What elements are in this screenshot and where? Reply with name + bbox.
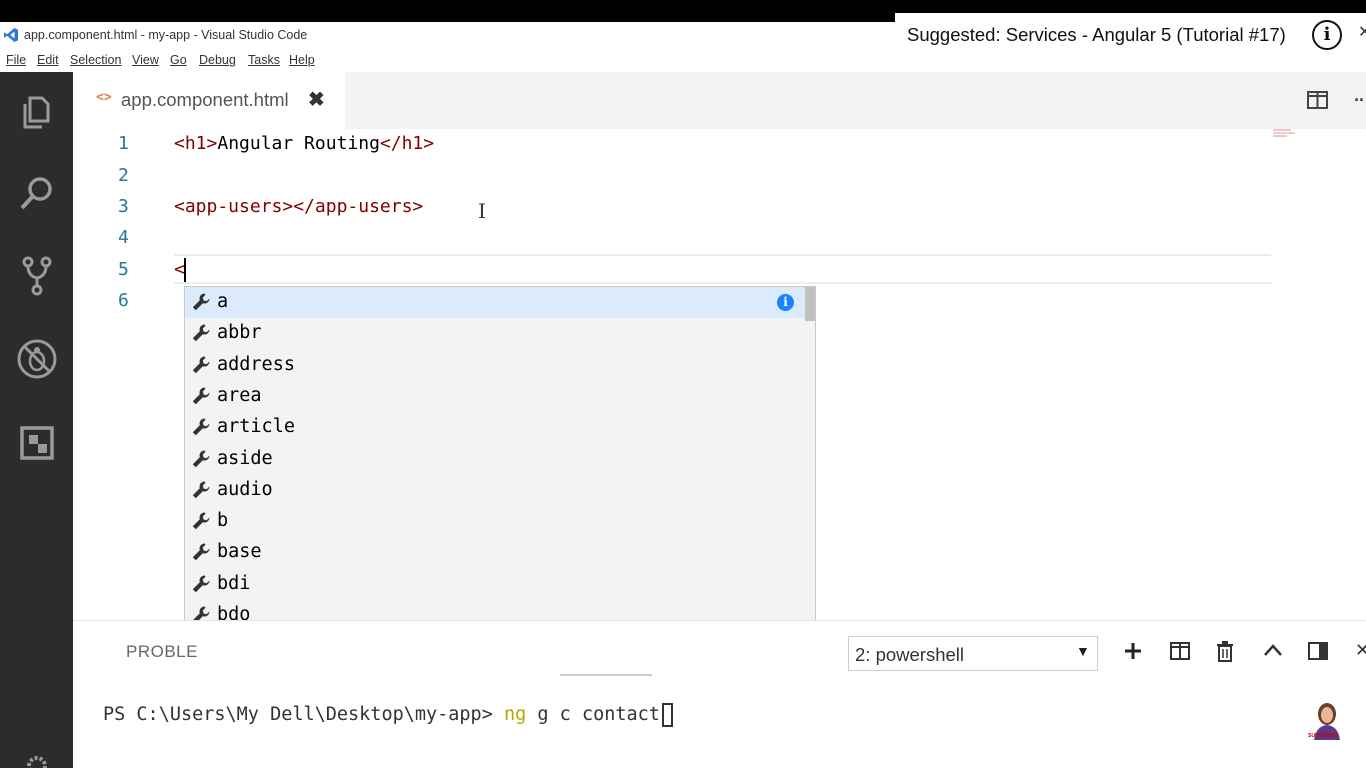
wrench-icon bbox=[192, 387, 210, 405]
wrench-icon bbox=[192, 324, 210, 342]
vscode-logo-icon bbox=[4, 28, 18, 42]
code-line[interactable]: <app-users></app-users> bbox=[174, 196, 423, 217]
split-editor-icon[interactable] bbox=[1307, 91, 1328, 109]
suggestion-item[interactable]: article bbox=[185, 412, 805, 443]
suggestion-label: address bbox=[217, 353, 295, 375]
line-number: 3 bbox=[118, 196, 129, 217]
suggestion-label: b bbox=[217, 510, 229, 532]
activity-bar bbox=[0, 72, 73, 768]
suggestion-item[interactable]: ai bbox=[185, 287, 805, 318]
close-panel-icon[interactable]: ✕ bbox=[1355, 640, 1366, 661]
code-line[interactable]: <h1>Angular Routing</h1> bbox=[174, 133, 434, 154]
source-control-icon[interactable] bbox=[16, 254, 58, 296]
menu-tasks[interactable]: Tasks bbox=[248, 53, 280, 67]
wrench-icon bbox=[192, 450, 210, 467]
new-terminal-icon[interactable] bbox=[1122, 640, 1144, 662]
suggestion-item[interactable]: address bbox=[185, 350, 805, 381]
wrench-icon bbox=[192, 418, 210, 436]
wrench-icon bbox=[192, 543, 210, 561]
wrench-icon bbox=[192, 481, 210, 498]
suggestion-item[interactable]: base bbox=[185, 537, 805, 568]
suggestion-item[interactable]: aside bbox=[185, 444, 805, 475]
toggle-panel-icon[interactable] bbox=[1307, 640, 1329, 662]
more-actions-icon[interactable]: ·· bbox=[1354, 90, 1365, 111]
suggestion-label: a bbox=[217, 291, 229, 312]
menu-help[interactable]: Help bbox=[289, 53, 315, 67]
terminal-select-value[interactable]: 2: powershell bbox=[855, 644, 964, 666]
menu-debug[interactable]: Debug bbox=[199, 53, 236, 67]
suggestion-item[interactable]: area bbox=[185, 381, 805, 412]
tab-label[interactable]: app.component.html bbox=[121, 89, 289, 111]
debug-icon[interactable] bbox=[16, 338, 58, 380]
trash-icon[interactable] bbox=[1214, 640, 1236, 662]
html-tag-close: </h1> bbox=[379, 133, 435, 154]
html-tag-open: <app-users> bbox=[174, 196, 294, 217]
code-text: Angular Routing bbox=[217, 133, 380, 154]
line-number: 5 bbox=[118, 259, 129, 280]
suggestion-label: base bbox=[217, 541, 262, 563]
suggestion-label: article bbox=[217, 416, 295, 438]
suggestion-item[interactable]: b bbox=[185, 506, 805, 537]
gear-icon[interactable] bbox=[24, 752, 50, 768]
html-file-icon: <> bbox=[96, 90, 112, 105]
mouse-ibeam-cursor: I bbox=[478, 199, 486, 223]
wrench-icon bbox=[192, 356, 210, 373]
suggestion-label: area bbox=[217, 384, 262, 406]
suggestion-item[interactable]: bdi bbox=[185, 569, 805, 600]
info-icon[interactable]: i bbox=[777, 294, 794, 311]
wrench-icon bbox=[192, 512, 210, 530]
chevron-up-icon[interactable] bbox=[1262, 640, 1284, 662]
extensions-icon[interactable] bbox=[16, 422, 58, 464]
terminal-prompt: PS C:\Users\My Dell\Desktop\my-app> bbox=[103, 704, 504, 725]
menu-edit[interactable]: Edit bbox=[37, 53, 59, 67]
terminal-cursor bbox=[662, 703, 673, 727]
wrench-icon bbox=[192, 575, 210, 592]
search-icon[interactable] bbox=[16, 172, 58, 214]
terminal-command-args: g c contact bbox=[526, 704, 660, 725]
window-title: app.component.html - my-app - Visual Stu… bbox=[24, 28, 308, 42]
subscribe-label[interactable]: SUBSCRIBE bbox=[1308, 733, 1337, 739]
panel-tab-underline bbox=[560, 674, 652, 676]
suggestion-item[interactable]: abbr bbox=[185, 318, 805, 349]
suggested-video-title[interactable]: Suggested: Services - Angular 5 (Tutoria… bbox=[907, 24, 1286, 46]
tab-problems[interactable]: PROBLE bbox=[126, 642, 198, 662]
suggestion-item[interactable]: audio bbox=[185, 475, 805, 506]
suggestion-label: bdi bbox=[217, 572, 251, 594]
text-caret bbox=[184, 258, 186, 282]
menu-view[interactable]: View bbox=[132, 53, 159, 67]
minimap[interactable] bbox=[1271, 129, 1299, 137]
line-number: 1 bbox=[118, 133, 129, 154]
line-number: 2 bbox=[118, 165, 129, 186]
line-number: 6 bbox=[118, 290, 129, 311]
html-tag-open: <h1> bbox=[174, 133, 218, 154]
menu-file[interactable]: File bbox=[6, 53, 26, 67]
terminal-line[interactable]: PS C:\Users\My Dell\Desktop\my-app> ng g… bbox=[103, 704, 660, 725]
menu-go[interactable]: Go bbox=[170, 53, 187, 67]
chevron-down-icon[interactable]: ▼ bbox=[1076, 643, 1090, 659]
suggestion-label: abbr bbox=[217, 322, 262, 344]
tab-close-icon[interactable]: ✖ bbox=[308, 87, 325, 112]
suggestion-label: audio bbox=[217, 478, 273, 500]
wrench-icon bbox=[192, 293, 210, 311]
info-icon[interactable]: i bbox=[1312, 20, 1342, 50]
current-line-highlight bbox=[174, 254, 1271, 284]
line-number: 4 bbox=[118, 227, 129, 248]
menu-selection[interactable]: Selection bbox=[70, 53, 121, 67]
suggestion-scrollbar[interactable] bbox=[805, 287, 815, 321]
suggestion-widget[interactable]: a i abbr address area article aside audio b base b… bbox=[184, 286, 816, 660]
suggestion-label: aside bbox=[217, 447, 273, 469]
terminal-command-name: ng bbox=[503, 704, 527, 725]
html-tag-close: </app-users> bbox=[293, 196, 424, 217]
split-terminal-icon[interactable] bbox=[1169, 640, 1191, 662]
close-icon[interactable]: ✕ bbox=[1358, 22, 1366, 42]
explorer-icon[interactable] bbox=[16, 90, 58, 132]
